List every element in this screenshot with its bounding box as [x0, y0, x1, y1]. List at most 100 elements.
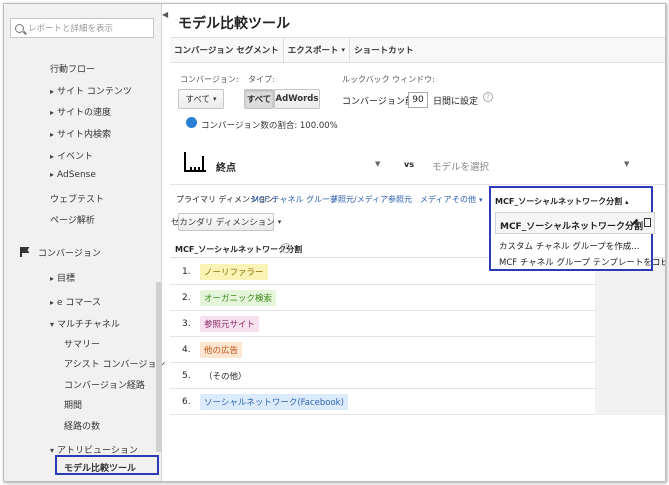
model-select-placeholder[interactable]: モデルを選択	[432, 159, 489, 173]
sidebar-item-site-speed[interactable]: サイトの速度	[50, 105, 111, 118]
toolbar-label: コンバージョン セグメント	[174, 46, 279, 56]
sidebar-item-label: サイトの速度	[57, 108, 112, 118]
sidebar-item-ecommerce[interactable]: e コマース	[50, 295, 101, 308]
dropdown-selected-label: MCF_ソーシャルネットワーク分割	[500, 222, 644, 232]
sidebar-item-label: イベント	[57, 152, 94, 162]
sidebar-item-site-content[interactable]: サイト コンテンツ	[50, 84, 132, 97]
dropdown-header-label: MCF_ソーシャルネットワーク分割	[495, 197, 623, 206]
primary-model-caret-icon[interactable]: ▼	[375, 160, 380, 168]
toolbar: コンバージョン セグメント エクスポート ▾ ショートカット	[170, 37, 665, 63]
divider	[170, 184, 665, 185]
sidebar-item-page-analytics[interactable]: ページ解析	[50, 213, 95, 226]
sidebar-item-events[interactable]: イベント	[50, 149, 93, 162]
dim-medium[interactable]: メディア	[420, 194, 451, 205]
table-row[interactable]: 4. 他の広告	[170, 337, 665, 363]
dropdown-header[interactable]: MCF_ソーシャルネットワーク分割 ▴	[495, 196, 628, 207]
caret-down-icon: ▾	[479, 196, 483, 204]
help-icon[interactable]: ?	[483, 92, 493, 102]
sidebar-item-label: マルチチャネル	[57, 320, 120, 330]
search-icon	[15, 23, 24, 33]
pencil-icon[interactable]	[631, 218, 639, 226]
sidebar-item-summary[interactable]: サマリー	[64, 337, 100, 350]
channel-label[interactable]: 参照元サイト	[200, 316, 260, 332]
caret-down-icon: ▾	[341, 46, 346, 54]
channel-label[interactable]: オーガニック検索	[200, 290, 277, 306]
shortcut-button[interactable]: ショートカット	[350, 37, 418, 63]
model-select-caret-icon[interactable]: ▼	[624, 160, 629, 168]
sidebar: レポートと詳細を表示 行動フロー サイト コンテンツ サイトの速度 サイト内検索…	[4, 4, 165, 481]
app-window: レポートと詳細を表示 行動フロー サイト コンテンツ サイトの速度 サイト内検索…	[3, 3, 666, 482]
caret-down-icon: ▾	[277, 218, 282, 226]
sidebar-item-time-lag[interactable]: 期間	[64, 398, 82, 411]
dim-source-medium[interactable]: 参照元/メディア	[330, 194, 388, 205]
copy-icon[interactable]	[644, 218, 651, 227]
sidebar-item-top-conversion-paths[interactable]: コンバージョン経路	[64, 378, 145, 391]
lookback-suffix: 日間に設定	[433, 97, 479, 107]
help-icon[interactable]: ?	[281, 243, 291, 253]
search-placeholder: レポートと詳細を表示	[28, 24, 114, 34]
dropdown-option-create[interactable]: カスタム チャネル グループを作成...	[499, 240, 639, 252]
sidebar-item-site-search[interactable]: サイト内検索	[50, 127, 111, 140]
vs-label: vs	[404, 160, 414, 169]
type-label: タイプ:	[248, 75, 275, 84]
dropdown-option-copy-template[interactable]: MCF チャネル グループ テンプレートをコピー...	[499, 256, 665, 268]
conversion-ratio: コンバージョン数の割合: 100.00%	[201, 121, 338, 131]
sidebar-scrollbar[interactable]	[156, 282, 162, 452]
caret-down-icon: ▾	[213, 95, 217, 103]
sidebar-item-web-test[interactable]: ウェブテスト	[50, 192, 104, 205]
collapse-sidebar-icon[interactable]: ◀	[162, 10, 170, 22]
channel-label[interactable]: 他の広告	[200, 342, 243, 358]
caret-up-icon: ▴	[624, 198, 629, 206]
channel-label[interactable]: ノーリファラー	[200, 264, 268, 280]
secondary-dimension-label: セカンダリ ディメンション	[170, 218, 275, 228]
pie-chart-icon	[186, 117, 197, 128]
sidebar-item-adsense[interactable]: AdSense	[50, 170, 96, 180]
model-bars-icon	[184, 152, 206, 172]
table-row[interactable]: 6. ソーシャルネットワーク(Facebook)	[170, 389, 665, 415]
sidebar-item-multichannel[interactable]: マルチチャネル	[50, 317, 120, 330]
sidebar-section-label: コンバージョン	[38, 249, 101, 259]
page-title: モデル比較ツール	[178, 16, 290, 32]
conversion-segment-button[interactable]: コンバージョン セグメント	[170, 37, 284, 63]
metric-column	[595, 259, 665, 415]
table-row[interactable]: 2. オーガニック検索	[170, 285, 665, 311]
highlight-box	[55, 455, 159, 475]
table-row[interactable]: 5. （その他）	[170, 363, 665, 389]
export-button[interactable]: エクスポート ▾	[284, 37, 351, 63]
dim-other-label: その他	[452, 195, 476, 204]
sidebar-item-path-length[interactable]: 経路の数	[64, 419, 100, 432]
dim-source[interactable]: 参照元	[388, 194, 412, 205]
conversion-select[interactable]: すべて ▾	[178, 89, 224, 109]
sidebar-item-label: サイト コンテンツ	[57, 87, 132, 97]
row-index: 2.	[182, 293, 191, 303]
sidebar-item-assisted-conversions[interactable]: アシスト コンバージョン	[64, 357, 165, 370]
type-all-button[interactable]: すべて	[244, 89, 274, 109]
lookback-days-input[interactable]: 90	[408, 92, 428, 108]
table-body: 1. ノーリファラー 2. オーガニック検索 3. 参照元サイト 4. 他の広告…	[170, 259, 665, 415]
sidebar-item-goals[interactable]: 目標	[50, 271, 75, 284]
toolbar-label: エクスポート	[287, 46, 339, 56]
sidebar-item-behavior-flow[interactable]: 行動フロー	[50, 62, 95, 75]
primary-model-name[interactable]: 終点	[216, 159, 236, 174]
row-index: 3.	[182, 319, 191, 329]
sidebar-item-label: 目標	[57, 274, 76, 284]
dim-mcf-channel-group[interactable]: MCF チャネル グループ	[252, 194, 338, 205]
conversion-label: コンバージョン:	[180, 75, 239, 84]
channel-label[interactable]: ソーシャルネットワーク(Facebook)	[200, 394, 348, 410]
row-index: 4.	[182, 345, 191, 355]
table-row[interactable]: 3. 参照元サイト	[170, 311, 665, 337]
dim-other[interactable]: その他 ▾	[452, 194, 483, 205]
row-index: 6.	[182, 397, 191, 407]
conversion-value: すべて	[185, 95, 211, 105]
sidebar-section-conversions[interactable]: コンバージョン	[20, 246, 101, 259]
report-search-input[interactable]: レポートと詳細を表示	[10, 18, 154, 38]
toolbar-label: ショートカット	[354, 46, 414, 56]
sidebar-item-label: AdSense	[57, 170, 96, 180]
channel-label[interactable]: （その他）	[200, 368, 251, 384]
type-adwords-button[interactable]: AdWords	[274, 89, 320, 109]
row-index: 5.	[182, 371, 191, 381]
sidebar-item-label: サイト内検索	[57, 130, 112, 140]
row-index: 1.	[182, 267, 191, 277]
secondary-dimension-button[interactable]: セカンダリ ディメンション ▾	[171, 213, 281, 231]
sidebar-item-label: e コマース	[57, 298, 101, 308]
